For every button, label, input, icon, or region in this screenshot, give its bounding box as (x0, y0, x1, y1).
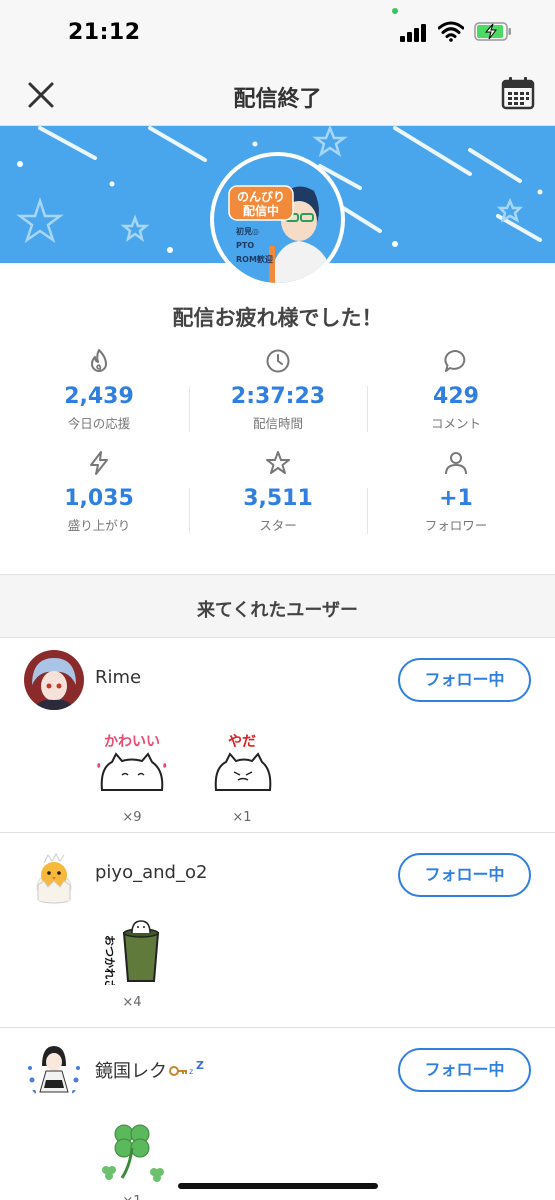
person-icon (445, 452, 467, 475)
stamp-kawaii: かわいい ×9 (92, 730, 172, 825)
stamp-count: ×9 (122, 810, 142, 825)
tea-cup-cat-stamp-icon: おつかれさま (103, 920, 160, 1001)
stat-duration-value: 2:37:23 (230, 384, 326, 409)
stats-row-2: 1,035 盛り上がり 3,511 スター +1 フォロワー (10, 444, 545, 546)
cat-stamp-icon: かわいい (97, 734, 167, 791)
stamp-count: ×1 (92, 1194, 172, 1200)
following-button[interactable]: フォロー中 (398, 1048, 531, 1092)
user-row-piyo: piyo_and_o2 フォロー中 おつかれさま ×4 (0, 833, 555, 1028)
user-name[interactable]: 鏡国レク z Z (95, 1057, 205, 1083)
stat-followers-label: フォロワー (424, 518, 488, 533)
privacy-indicator-dot (392, 8, 398, 14)
following-button[interactable]: フォロー中 (398, 853, 531, 897)
tag-first-view: 初見◎ (236, 226, 259, 236)
user-name[interactable]: piyo_and_o2 (95, 862, 207, 883)
stat-comments: 429 コメント (367, 342, 545, 444)
stat-excitement-label: 盛り上がり (67, 518, 131, 533)
stat-excitement: 1,035 盛り上がり (10, 444, 188, 546)
stream-stats: 2,439 今日の応援 2:37:23 配信時間 429 コメント 1,035 (10, 342, 545, 546)
lightning-icon (90, 451, 108, 475)
home-indicator[interactable] (178, 1183, 378, 1189)
user-name-text: 鏡国レク (95, 1061, 167, 1082)
stamp-count: ×4 (122, 995, 142, 1010)
svg-text:z: z (189, 1067, 193, 1076)
user-row-kyoukoku: 鏡国レクzZ フォロー中 ×1 (0, 1028, 555, 1200)
banner-text-line-1: のんびり (237, 189, 285, 204)
tag-rom: ROM歓迎 (236, 254, 273, 264)
calendar-icon[interactable] (500, 75, 536, 111)
tag-pto: PTO (236, 241, 254, 250)
stat-followers-value: +1 (439, 486, 473, 511)
avatar[interactable] (24, 1040, 84, 1100)
stat-comments-value: 429 (433, 384, 479, 409)
stat-stars-value: 3,511 (243, 486, 313, 511)
user-row-rime: Rime フォロー中 かわいい ×9 やだ ×1 (0, 638, 555, 833)
stamp-yada: やだ ×1 (202, 730, 282, 825)
star-icon (266, 451, 290, 474)
stamp-clover: ×1 (92, 1114, 172, 1200)
battery-charging-icon (474, 22, 511, 41)
streamer-avatar-image: のんびり 配信中 初見◎ PTO ROM歓迎 (214, 156, 341, 283)
stamp-text: かわいい (104, 734, 160, 750)
key-sleep-icon: zZ (169, 1059, 204, 1076)
stat-duration: 2:37:23 配信時間 (189, 342, 367, 444)
svg-text:Z: Z (196, 1060, 204, 1072)
avatar[interactable] (24, 650, 84, 710)
stats-row-1: 2,439 今日の応援 2:37:23 配信時間 429 コメント (10, 342, 545, 444)
stat-support-label: 今日の応援 (67, 416, 131, 431)
fire-icon (91, 349, 107, 372)
stat-stars-label: スター (259, 518, 297, 533)
stat-duration-label: 配信時間 (252, 416, 303, 431)
stamp-text: おつかれさま (103, 935, 116, 985)
page-title: 配信終了 (233, 87, 322, 112)
status-time: 21:12 (68, 20, 141, 45)
thanks-message: 配信お疲れ様でした！ (172, 306, 383, 330)
stat-stars: 3,511 スター (189, 444, 367, 546)
banner-text-line-2: 配信中 (243, 203, 279, 218)
clover-stamp-icon (102, 1124, 164, 1182)
stat-excitement-value: 1,035 (64, 486, 134, 511)
avatar[interactable] (24, 845, 84, 905)
section-title: 来てくれたユーザー (196, 600, 359, 621)
stat-support-value: 2,439 (64, 384, 134, 409)
wifi-icon (438, 21, 464, 42)
comment-icon (444, 350, 466, 372)
cellular-signal-icon (400, 22, 430, 42)
stat-support: 2,439 今日の応援 (10, 342, 188, 444)
stat-followers: +1 フォロワー (367, 444, 545, 546)
status-bar: 21:12 (0, 0, 555, 62)
streamer-avatar: のんびり 配信中 初見◎ PTO ROM歓迎 (210, 152, 345, 287)
stamp-count: ×1 (232, 810, 252, 825)
clock-icon (266, 349, 290, 373)
navigation-header: 配信終了 (0, 62, 555, 126)
stamp-text: やだ (228, 734, 256, 750)
stamp-otsukare: おつかれさま ×4 (92, 915, 172, 1010)
stat-comments-label: コメント (430, 416, 481, 431)
visitors-section-header: 来てくれたユーザー (0, 574, 555, 638)
cat-stamp-icon: やだ (214, 734, 272, 791)
user-name[interactable]: Rime (95, 667, 141, 688)
following-button[interactable]: フォロー中 (398, 658, 531, 702)
